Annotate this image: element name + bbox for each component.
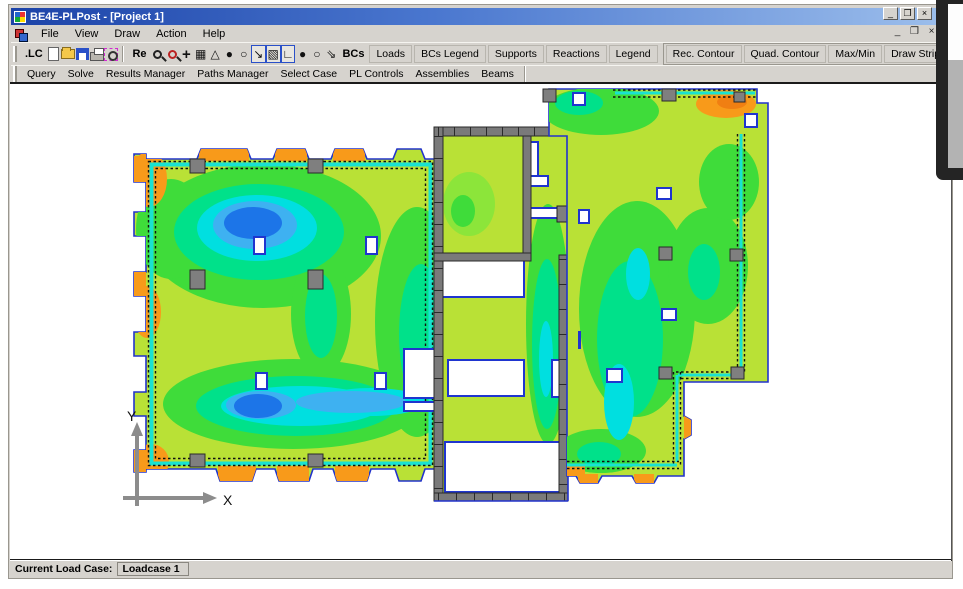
lc-button[interactable]: .LC [21,48,47,60]
menu-file[interactable]: File [34,27,66,41]
mdi-restore-button[interactable]: ❐ [908,26,921,37]
rec-contour-button[interactable]: Rec. Contour [666,45,742,63]
strip-tool-button[interactable]: ∟ [281,45,296,63]
load-case-value[interactable]: Loadcase 1 [117,562,188,576]
node-hash-filled-button[interactable]: ● [295,45,309,63]
window-controls: _ ❐ × [883,7,932,20]
node-outline-button[interactable]: ○ [237,45,251,63]
select-tool-button[interactable]: ↘ [251,45,266,63]
load-case-label: Current Load Case: [15,563,112,575]
toolbar-separator [122,46,124,62]
contour-tool-button[interactable]: ▧ [266,45,281,63]
toolbar-grip[interactable] [13,46,17,62]
redraw-button[interactable]: Re [128,48,150,60]
bcs-legend-button[interactable]: BCs Legend [414,45,486,63]
toolbar-grip[interactable] [13,66,17,82]
floppy-icon [76,48,89,60]
menu-bar: File View Draw Action Help _ ❐ × [11,26,950,42]
screen: BE4E-PLPost - [Project 1] _ ❐ × File Vie… [0,0,963,589]
right-wing-region [543,87,768,483]
window-title: BE4E-PLPost - [Project 1] [30,11,164,23]
bcs-button[interactable]: BCs [338,48,368,60]
max-min-button[interactable]: Max/Min [828,45,882,63]
menu-action[interactable]: Action [149,27,194,41]
new-document-button[interactable] [47,45,61,63]
minimize-button[interactable]: _ [883,7,898,20]
reactions-button[interactable]: Reactions [546,45,607,63]
pointer-button[interactable]: ⇘ [324,45,338,63]
mdi-window-controls: _ ❐ × [891,26,938,37]
magnifier-icon [153,50,162,59]
pl-controls-button[interactable]: PL Controls [343,67,409,81]
app-window: BE4E-PLPost - [Project 1] _ ❐ × File Vie… [8,4,953,579]
zoom-select-button[interactable] [104,45,118,63]
quad-contour-button[interactable]: Quad. Contour [744,45,827,63]
contour-plot: Y X [10,84,952,559]
toolbar-separator [524,66,526,82]
menu-view[interactable]: View [68,27,106,41]
menu-help[interactable]: Help [196,27,233,41]
save-button[interactable] [75,45,89,63]
results-manager-button[interactable]: Results Manager [100,67,191,81]
status-bar: Current Load Case: Loadcase 1 [10,560,951,577]
secondary-toolbar: Query Solve Results Manager Paths Manage… [11,65,950,82]
app-logo-icon [14,11,26,23]
loads-button[interactable]: Loads [369,45,412,63]
left-slab-region [131,149,459,481]
y-axis-label: Y [127,408,137,424]
grid-button[interactable]: ▦ [194,45,208,63]
assemblies-button[interactable]: Assemblies [410,67,476,81]
zoom-select-icon [104,48,118,61]
supports-button[interactable]: Supports [488,45,544,63]
mdi-minimize-button[interactable]: _ [891,26,904,37]
printer-icon [90,52,104,61]
close-button[interactable]: × [917,7,932,20]
magnifier-plus-icon [168,50,177,59]
main-toolbar: .LC Re + ▦ △ ● ○ ↘ ▧ ∟ ● ○ ⇘ BCs Loads B… [11,42,950,65]
open-button[interactable] [61,45,75,63]
mesh-button[interactable]: △ [208,45,222,63]
mdi-document-icon[interactable] [15,29,26,40]
restore-button[interactable]: ❐ [900,7,915,20]
paths-manager-button[interactable]: Paths Manager [191,67,274,81]
plot-canvas[interactable]: Y X [10,82,952,561]
legend-button[interactable]: Legend [609,45,658,63]
select-case-button[interactable]: Select Case [274,67,343,81]
side-panel-clipped[interactable] [936,0,963,180]
menu-draw[interactable]: Draw [107,27,147,41]
x-axis-label: X [223,492,233,508]
beams-button[interactable]: Beams [475,67,520,81]
solve-button[interactable]: Solve [62,67,100,81]
pan-button[interactable]: + [179,45,193,63]
query-button[interactable]: Query [21,67,62,81]
contour-button-group: Rec. Contour Quad. Contour Max/Min Draw … [663,43,950,65]
print-button[interactable] [90,45,104,63]
title-bar[interactable]: BE4E-PLPost - [Project 1] [11,8,950,25]
zoom-in-button[interactable] [165,45,179,63]
side-panel-scrollbar[interactable] [948,60,963,168]
folder-icon [61,49,75,59]
page-icon [48,47,59,61]
zoom-out-button[interactable] [151,45,165,63]
side-panel-content [948,4,963,60]
node-hash-outline-button[interactable]: ○ [310,45,324,63]
node-filled-button[interactable]: ● [222,45,236,63]
